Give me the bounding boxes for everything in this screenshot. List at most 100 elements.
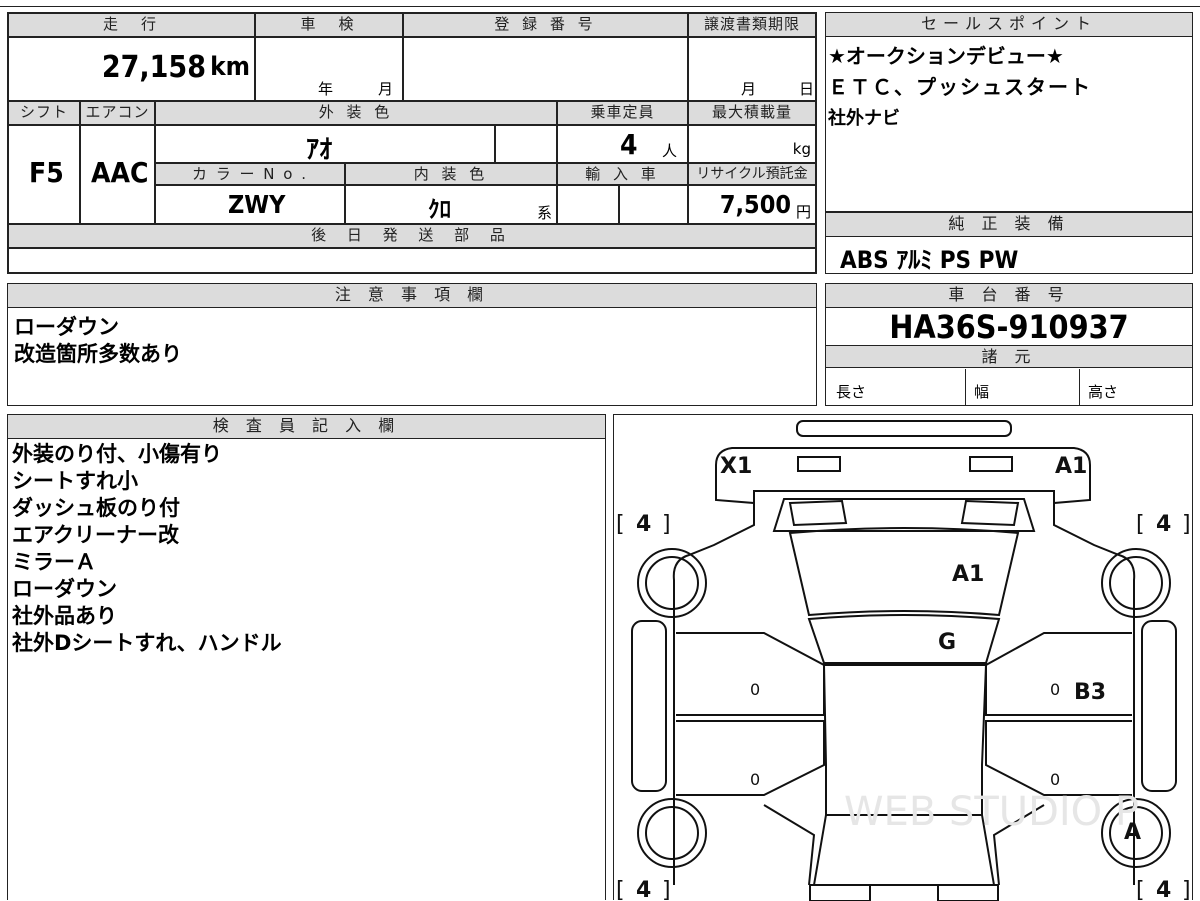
- top-edge-strip: [0, 0, 1200, 7]
- sales-points-header: セールスポイント: [826, 13, 1192, 37]
- shift-cell: F5: [8, 125, 80, 224]
- maxload-unit: kg: [792, 140, 811, 158]
- registration-cell: [403, 37, 688, 101]
- specs-header: 諸 元: [826, 345, 1192, 368]
- inspector-line-8: 社外Dシートすれ、ハンドル: [12, 631, 282, 655]
- recycle-value: 7,500: [719, 190, 791, 219]
- inspection-cell: 年 月: [255, 37, 403, 101]
- recycle-header: リサイクル預託金: [688, 163, 816, 185]
- spec-height-cell: 高さ: [1080, 369, 1192, 405]
- maxload-cell: kg: [688, 125, 816, 163]
- transfer-month-label: 月: [741, 80, 757, 98]
- tire-bracket-close-rl: ]: [662, 878, 671, 901]
- capacity-unit: 人: [662, 142, 678, 160]
- chassis-box: 車 台 番 号 HA36S-910937 諸 元 長さ 幅 高さ: [825, 283, 1193, 406]
- exterior-extra-cell: [495, 125, 557, 163]
- mileage-header: 走 行: [8, 13, 255, 37]
- mark-windshield: A1: [952, 562, 984, 587]
- zero-left-front-door: 0: [750, 680, 760, 699]
- registration-header: 登 録 番 号: [403, 13, 688, 37]
- car-diagram: WEB STUDIO P X1 A1 A1 G B3 A [ 4 ] [ 4 ]…: [616, 420, 1191, 901]
- aircon-header: エアコン: [80, 101, 155, 125]
- sales-points-box: セールスポイント ★オークションデビュー★ ＥＴＣ、プッシュスタート 社外ナビ: [825, 12, 1193, 212]
- mileage-unit: km: [210, 52, 250, 82]
- later-parts-header: 後 日 発 送 部 品: [8, 224, 816, 248]
- zero-right-front-door: 0: [1050, 680, 1060, 699]
- inspector-line-1: 外装のり付、小傷有り: [12, 442, 222, 466]
- aircon-cell: AAC: [80, 125, 155, 224]
- chassis-header: 車 台 番 号: [826, 284, 1192, 308]
- right-wiper-area: [960, 499, 1020, 527]
- tire-bracket-open-rr: [: [1136, 878, 1145, 901]
- watermark: WEB STUDIO P: [844, 789, 1139, 835]
- exterior-value: ｱｵ: [306, 135, 333, 165]
- inspector-line-7: 社外品あり: [12, 604, 117, 628]
- left-front-door: [676, 632, 825, 716]
- left-wiper-area: [788, 499, 848, 527]
- capacity-value: 4: [620, 128, 638, 161]
- tire-bracket-open-fr: [: [1136, 512, 1145, 537]
- front-left-lamp: [797, 456, 841, 472]
- rear-left-wheel: [637, 798, 707, 868]
- front-left-wheel: [637, 548, 707, 618]
- rear-bumper-right: [937, 884, 999, 901]
- inspector-line-3: ダッシュ板のり付: [12, 496, 180, 520]
- rear-bumper-left: [809, 884, 871, 901]
- front-bumper-bar: [796, 420, 1012, 437]
- colorno-header: カ ラ ー N o .: [155, 163, 345, 185]
- exterior-cell: ｱｵ: [155, 125, 495, 165]
- left-rear-quarter: [763, 804, 816, 886]
- maxload-header: 最大積載量: [688, 101, 816, 125]
- mark-front-left: X1: [720, 454, 752, 479]
- interior-cell: ｸﾛ 系: [345, 185, 557, 224]
- notes-line-1: ローダウン: [14, 315, 119, 339]
- transfer-header: 譲渡書類期限: [688, 13, 816, 37]
- inspector-header: 検 査 員 記 入 欄: [8, 415, 605, 439]
- front-right-lamp: [969, 456, 1013, 472]
- inspection-year-label: 年: [318, 80, 334, 98]
- vehicle-info-table: 走 行 車 検 登 録 番 号 譲渡書類期限 27,158 km 年 月 月 日…: [7, 12, 817, 274]
- sales-points-line-2: ＥＴＣ、プッシュスタート: [828, 75, 1092, 99]
- right-front-door: [985, 632, 1132, 716]
- spec-length-label: 長さ: [836, 383, 867, 401]
- transfer-cell: 月 日: [688, 37, 816, 101]
- tire-bracket-close-rr: ]: [1182, 878, 1191, 901]
- roof-front: [807, 614, 1001, 664]
- cowl-panel: [772, 498, 1036, 532]
- inspector-line-4: エアクリーナー改: [12, 523, 179, 547]
- mark-hood-glass: G: [938, 630, 956, 655]
- notes-box: 注 意 事 項 欄 ローダウン 改造箇所多数あり: [7, 283, 817, 406]
- import-cell-2: [619, 185, 688, 224]
- colorno-cell: ZWY: [155, 185, 345, 224]
- mark-front-right: A1: [1055, 454, 1087, 479]
- tire-front-left: 4: [636, 512, 651, 537]
- equipment-box: 純 正 装 備 ABS ｱﾙﾐ PS PW: [825, 212, 1193, 274]
- tire-bracket-close-fl: ]: [662, 512, 671, 537]
- inspection-month-label: 月: [378, 80, 394, 98]
- tire-front-right: 4: [1156, 512, 1171, 537]
- inspector-line-2: シートすれ小: [12, 469, 138, 493]
- interior-value: ｸﾛ: [428, 197, 451, 223]
- capacity-header: 乗車定員: [557, 101, 688, 125]
- import-cell-1: [557, 185, 619, 224]
- inspector-line-5: ミラーＡ: [12, 550, 96, 574]
- inspection-header: 車 検: [255, 13, 403, 37]
- zero-left-rear-door: 0: [750, 770, 760, 789]
- tire-bracket-close-fr: ]: [1182, 512, 1191, 537]
- transfer-day-label: 日: [799, 80, 815, 98]
- tire-rear-right: 4: [1156, 878, 1171, 901]
- chassis-number: HA36S-910937: [889, 308, 1129, 346]
- inspector-line-6: ローダウン: [12, 577, 117, 601]
- sales-points-line-3: 社外ナビ: [828, 108, 900, 129]
- capacity-cell: 4 人: [557, 125, 688, 163]
- notes-line-2: 改造箇所多数あり: [14, 342, 182, 366]
- equipment-value: ABS ｱﾙﾐ PS PW: [840, 246, 1019, 274]
- equipment-header: 純 正 装 備: [826, 213, 1192, 237]
- aircon-value: AAC: [91, 156, 149, 189]
- spec-width-label: 幅: [974, 383, 990, 401]
- front-right-wheel: [1101, 548, 1171, 618]
- interior-suffix: 系: [536, 204, 552, 222]
- recycle-unit: 円: [795, 203, 811, 221]
- tire-rear-left: 4: [636, 878, 651, 901]
- import-header: 輸 入 車: [557, 163, 688, 185]
